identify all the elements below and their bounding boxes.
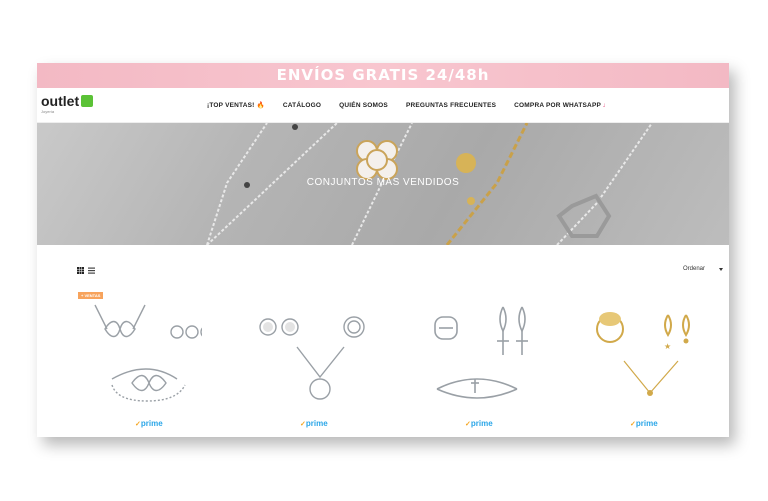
page-frame: ENVÍOS GRATIS 24/48h outlet Joyería ¡TOP… (37, 63, 729, 437)
prime-badge: ✓prime (630, 419, 658, 428)
product-card[interactable]: ✓prime (202, 289, 367, 437)
product-card[interactable]: ★ ✓prime (532, 289, 697, 437)
sort-select[interactable]: Ordenar (683, 266, 705, 272)
product-image: ★ (596, 312, 690, 396)
promo-banner: ENVÍOS GRATIS 24/48h (37, 63, 729, 88)
nav-item-catalogo[interactable]: CATÁLOGO (283, 102, 321, 109)
list-view-icon[interactable] (88, 267, 95, 274)
logo-text: outlet (41, 93, 80, 109)
svg-text:★: ★ (664, 342, 671, 351)
product-image (259, 316, 365, 400)
navbar: outlet Joyería ¡TOP VENTAS! 🔥 CATÁLOGO Q… (37, 88, 729, 123)
hero-banner: CONJUNTOS MÁS VENDIDOS (37, 123, 729, 245)
chevron-down-icon[interactable] (719, 268, 723, 271)
product-image (94, 304, 202, 402)
logo[interactable]: outlet Joyería (41, 93, 94, 114)
logo-badge-icon (81, 95, 94, 107)
main-menu: ¡TOP VENTAS! 🔥 CATÁLOGO QUIÉN SOMOS PREG… (207, 88, 610, 122)
toolbar: Ordenar (37, 245, 729, 290)
product-image (434, 306, 528, 399)
product-card[interactable]: ✓prime (367, 289, 532, 437)
prime-badge: ✓prime (465, 419, 493, 428)
status-badge: + VENTAS (78, 292, 104, 299)
nav-item-preguntas[interactable]: PREGUNTAS FRECUENTES (406, 102, 496, 109)
nav-item-top-ventas[interactable]: ¡TOP VENTAS! 🔥 (207, 101, 265, 109)
grid-view-icon[interactable] (77, 267, 84, 274)
hero-title: CONJUNTOS MÁS VENDIDOS (306, 177, 460, 188)
prime-badge: ✓prime (135, 419, 163, 428)
music-note-icon: ♩ (602, 101, 610, 109)
nav-item-whatsapp[interactable]: COMPRA POR WHATSAPP ♩ (514, 102, 609, 109)
prime-badge: ✓prime (300, 419, 328, 428)
product-card[interactable]: + VENTAS ✓prime (37, 289, 202, 437)
product-grid: + VENTAS ✓prime ✓prime ✓prime ★ ✓prime (37, 289, 729, 437)
nav-item-quien-somos[interactable]: QUIÉN SOMOS (339, 102, 388, 109)
logo-subtext: Joyería (41, 109, 55, 114)
